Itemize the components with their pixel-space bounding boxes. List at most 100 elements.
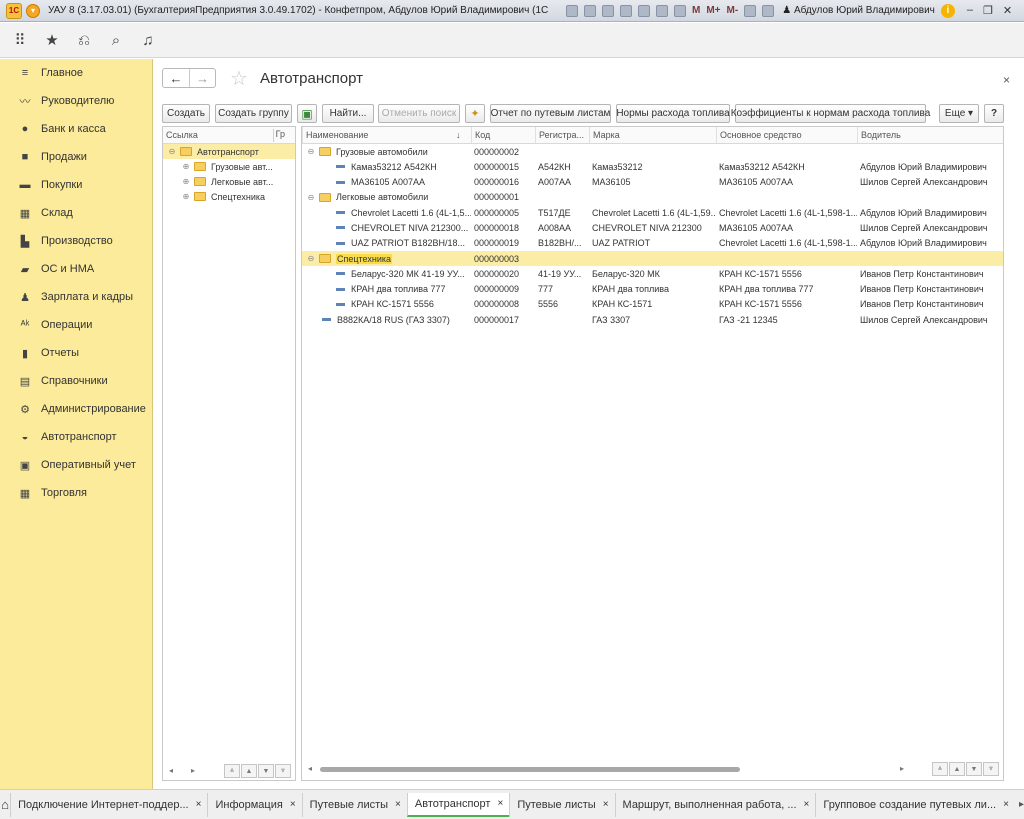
- tree-row[interactable]: ⊖ Автотранспорт: [163, 144, 295, 159]
- calendar-icon[interactable]: [674, 4, 686, 17]
- window-tab[interactable]: Путевые листы ×: [509, 792, 614, 817]
- scroll-down-button[interactable]: ▼: [966, 762, 982, 776]
- table-row[interactable]: КРАН КС-1571 5556 000000008 5556 КРАН КС-15…: [302, 297, 1003, 312]
- cancel-search-button[interactable]: Отменить поиск: [378, 104, 460, 123]
- panel-icon[interactable]: [762, 4, 775, 17]
- sidebar-item[interactable]: ▮ Отчеты: [0, 339, 152, 367]
- sidebar-item[interactable]: ▦ Склад: [0, 199, 152, 227]
- sidebar-item[interactable]: ≡ Главное: [0, 59, 152, 87]
- sidebar-item[interactable]: ᴬᵏ Операции: [0, 311, 152, 339]
- memory-minus-button[interactable]: M-: [727, 5, 739, 16]
- window-tab[interactable]: Информация ×: [207, 792, 301, 817]
- tree-header-link[interactable]: Ссылка: [166, 130, 198, 140]
- column-header[interactable]: Код: [471, 127, 535, 143]
- print-icon[interactable]: [566, 4, 578, 17]
- table-row[interactable]: Chevrolet Lacetti 1.6 (4L-1,5... 00000000…: [302, 205, 1003, 220]
- column-header[interactable]: Наименование: [302, 127, 471, 143]
- scroll-top-button[interactable]: ⩓: [224, 764, 240, 778]
- tab-close-icon[interactable]: ×: [804, 799, 810, 810]
- window-tab[interactable]: Групповое создание путевых ли... ×: [815, 792, 1015, 817]
- sidebar-item[interactable]: ▣ Оперативный учет: [0, 451, 152, 479]
- create-group-button[interactable]: Создать группу: [215, 104, 292, 123]
- tree-header-group[interactable]: Гр: [272, 129, 285, 142]
- scroll-left-arrow[interactable]: ◂: [169, 766, 173, 775]
- table-row[interactable]: Камаз53212 А542КН 000000015 А542КН Камаз532…: [302, 159, 1003, 174]
- more-menu-button[interactable]: Еще ▾: [939, 104, 979, 123]
- column-header[interactable]: Водитель: [857, 127, 1003, 143]
- sidebar-item[interactable]: ▦ Торговля: [0, 479, 152, 507]
- tab-close-icon[interactable]: ×: [395, 799, 401, 810]
- window-tab[interactable]: Маршрут, выполненная работа, ... ×: [614, 792, 816, 817]
- table-row[interactable]: UAZ PATRIOT В182ВН/18... 000000019 В182ВН/…: [302, 236, 1003, 251]
- sidebar-item[interactable]: 〰 Руководителю: [0, 87, 152, 115]
- scroll-top-button[interactable]: ⩓: [932, 762, 948, 776]
- notifications-bell-icon[interactable]: ♫: [140, 32, 156, 49]
- column-header[interactable]: Основное средство: [716, 127, 857, 143]
- sidebar-item[interactable]: ▤ Справочники: [0, 367, 152, 395]
- table-row[interactable]: ⊖ Легковые автомобили 000000001: [302, 190, 1003, 205]
- preview-icon[interactable]: [584, 4, 596, 17]
- tab-close-icon[interactable]: ×: [290, 799, 296, 810]
- scroll-up-button[interactable]: ▲: [949, 762, 965, 776]
- tree-row[interactable]: ⊕ Спецтехника: [163, 189, 295, 204]
- scroll-up-button[interactable]: ▲: [241, 764, 257, 778]
- column-header[interactable]: Регистра...: [535, 127, 589, 143]
- scroll-right-arrow[interactable]: ▸: [191, 766, 195, 775]
- table-row[interactable]: МА36105 А007АА 000000016 А007АА МА36105 МА36…: [302, 175, 1003, 190]
- sidebar-item[interactable]: ▬ Покупки: [0, 171, 152, 199]
- sidebar-item[interactable]: ◒ Автотранспорт: [0, 423, 152, 451]
- sidebar-item[interactable]: ● Банк и касса: [0, 115, 152, 143]
- tab-close-icon[interactable]: ×: [196, 799, 202, 810]
- scroll-bottom-button[interactable]: ⩔: [275, 764, 291, 778]
- fuel-norms-button[interactable]: Нормы расхода топлива: [616, 104, 730, 123]
- save-icon[interactable]: [620, 4, 632, 17]
- window-tab[interactable]: Подключение Интернет-поддер... ×: [10, 792, 207, 817]
- current-user[interactable]: ♟ Абдулов Юрий Владимирович: [782, 5, 935, 16]
- expand-toggle-icon[interactable]: ⊖: [307, 254, 315, 263]
- favorites-star-icon[interactable]: ★: [44, 31, 60, 49]
- history-icon[interactable]: ⎌: [76, 32, 92, 49]
- copy-doc-icon[interactable]: ▣: [297, 104, 317, 123]
- zoom-icon[interactable]: [744, 4, 757, 17]
- column-header[interactable]: Марка: [589, 127, 716, 143]
- sidebar-item[interactable]: ▙ Производство: [0, 227, 152, 255]
- close-form-button[interactable]: ×: [1003, 73, 1010, 87]
- hscroll-left-arrow[interactable]: ◂: [308, 764, 312, 773]
- calculator-icon[interactable]: [656, 4, 668, 17]
- home-icon[interactable]: ⌂: [0, 797, 10, 812]
- create-button[interactable]: Создать: [162, 104, 210, 123]
- tab-close-icon[interactable]: ×: [497, 798, 503, 809]
- sidebar-item[interactable]: ⚙ Администрирование: [0, 395, 152, 423]
- back-button[interactable]: ←: [163, 69, 189, 87]
- find-icon[interactable]: [602, 4, 614, 17]
- minimize-button[interactable]: ‒: [967, 4, 973, 17]
- find-button[interactable]: Найти...: [322, 104, 374, 123]
- tab-close-icon[interactable]: ×: [1003, 799, 1009, 810]
- scroll-down-button[interactable]: ▼: [258, 764, 274, 778]
- memory-button[interactable]: M: [692, 5, 700, 16]
- table-row[interactable]: CHEVROLET NIVA 212300... 000000018 А008АА C…: [302, 220, 1003, 235]
- expand-toggle-icon[interactable]: ⊖: [307, 147, 315, 156]
- table-row[interactable]: Беларус-320 МК 41-19 УУ... 000000020 41-19…: [302, 266, 1003, 281]
- fuel-coefficients-button[interactable]: Коэффициенты к нормам расхода топлива: [731, 104, 930, 123]
- close-window-button[interactable]: ✕: [1003, 4, 1012, 17]
- sidebar-item[interactable]: ♟ Зарплата и кадры: [0, 283, 152, 311]
- forward-button[interactable]: →: [189, 69, 215, 87]
- expand-toggle-icon[interactable]: ⊕: [182, 192, 190, 201]
- main-menu-icon[interactable]: ▾: [26, 3, 40, 18]
- tab-close-icon[interactable]: ×: [603, 799, 609, 810]
- table-row[interactable]: ⊖ Спецтехника 000000003: [302, 251, 1003, 267]
- settings-wand-icon[interactable]: ✦: [465, 104, 485, 123]
- expand-toggle-icon[interactable]: ⊖: [307, 193, 315, 202]
- sections-grid-icon[interactable]: ⠿: [12, 31, 28, 49]
- window-tab[interactable]: Путевые листы ×: [301, 792, 407, 817]
- help-button[interactable]: ?: [984, 104, 1004, 123]
- table-row[interactable]: ⊖ Грузовые автомобили 000000002: [302, 144, 1003, 159]
- favorite-star-icon[interactable]: ☆: [230, 66, 248, 91]
- waybill-report-button[interactable]: Отчет по путевым листам: [490, 104, 611, 123]
- expand-toggle-icon[interactable]: ⊕: [182, 162, 190, 171]
- sidebar-item[interactable]: ▰ ОС и НМА: [0, 255, 152, 283]
- scroll-bottom-button[interactable]: ⩔: [983, 762, 999, 776]
- mail-icon[interactable]: [638, 4, 650, 17]
- hscroll-right-arrow[interactable]: ▸: [900, 764, 904, 773]
